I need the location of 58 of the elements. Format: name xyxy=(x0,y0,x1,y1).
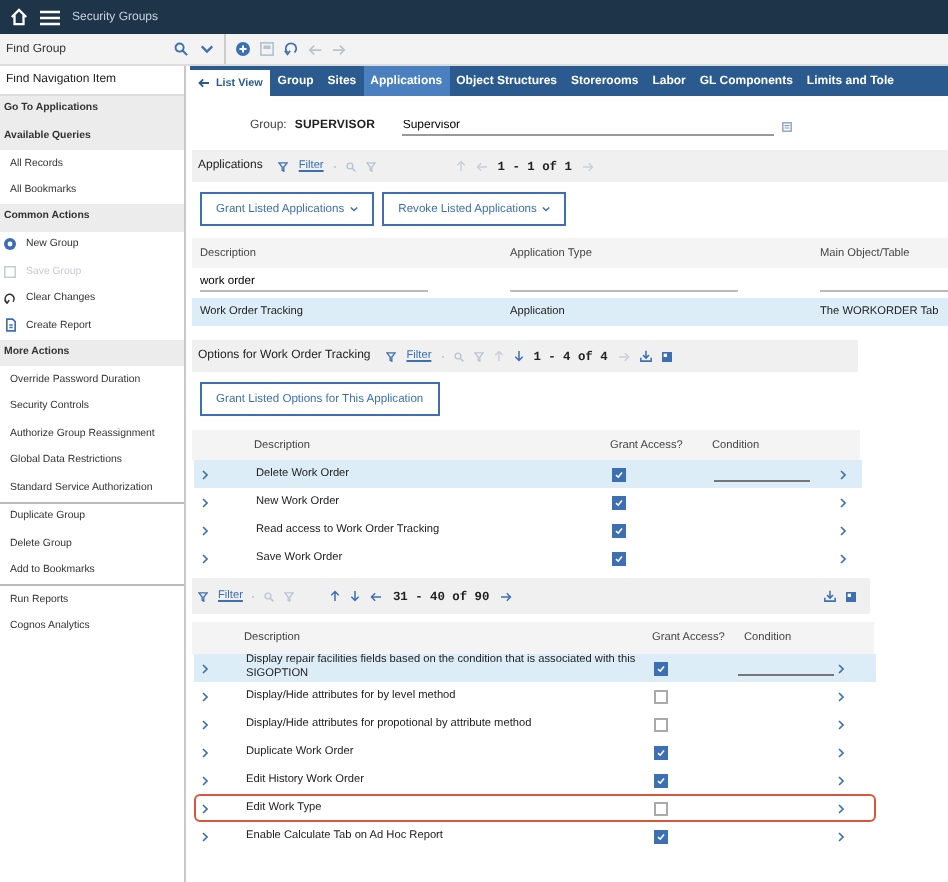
checkbox[interactable] xyxy=(612,551,626,565)
chevron-right-icon[interactable] xyxy=(840,469,846,479)
chevron-right-icon[interactable] xyxy=(202,469,208,479)
chevron-right-icon[interactable] xyxy=(202,719,208,729)
chevron-right-icon[interactable] xyxy=(202,775,208,785)
document-icon xyxy=(5,318,15,333)
save-icon xyxy=(4,265,16,278)
chevron-right-icon[interactable] xyxy=(838,747,844,757)
chevron-right-icon[interactable] xyxy=(840,525,846,535)
chevron-right-icon[interactable] xyxy=(840,553,846,563)
chevron-right-icon[interactable] xyxy=(202,831,208,841)
search-icon[interactable] xyxy=(174,42,188,56)
checkbox[interactable] xyxy=(654,661,668,675)
chevron-down-icon xyxy=(350,206,359,212)
undo-icon[interactable] xyxy=(284,42,298,56)
filter-icon[interactable] xyxy=(198,591,208,601)
filter-icon[interactable] xyxy=(386,351,397,361)
table-icon[interactable] xyxy=(846,591,856,601)
checkbox[interactable] xyxy=(612,495,626,509)
download-icon[interactable] xyxy=(824,590,836,602)
chevron-right-icon[interactable] xyxy=(838,663,844,673)
chevron-right-icon[interactable] xyxy=(202,553,208,563)
list-icon[interactable] xyxy=(782,121,793,131)
arrow-down-icon[interactable] xyxy=(350,590,361,602)
chevron-right-icon[interactable] xyxy=(202,803,208,813)
arrow-left-icon[interactable] xyxy=(370,591,383,601)
chevron-right-icon[interactable] xyxy=(202,747,208,757)
arrow-up-icon[interactable] xyxy=(330,590,341,602)
home-icon[interactable] xyxy=(10,8,28,26)
checkbox[interactable] xyxy=(654,689,668,703)
chevron-down-icon[interactable] xyxy=(200,44,214,54)
menu-icon[interactable] xyxy=(40,9,60,25)
checkbox[interactable] xyxy=(654,829,668,843)
add-icon[interactable] xyxy=(236,42,250,56)
checkbox[interactable] xyxy=(654,773,668,787)
chevron-right-icon[interactable] xyxy=(202,525,208,535)
chevron-right-icon[interactable] xyxy=(838,831,844,841)
checkbox[interactable] xyxy=(654,745,668,759)
checkbox[interactable] xyxy=(654,717,668,731)
chevron-down-icon xyxy=(542,206,551,212)
chevron-right-icon[interactable] xyxy=(838,691,844,701)
checkbox[interactable] xyxy=(654,801,668,815)
chevron-right-icon[interactable] xyxy=(202,663,208,673)
chevron-right-icon[interactable] xyxy=(202,497,208,507)
checkbox[interactable] xyxy=(612,467,626,481)
back-arrow-icon xyxy=(198,78,210,88)
chevron-right-icon[interactable] xyxy=(202,691,208,701)
chevron-right-icon[interactable] xyxy=(838,719,844,729)
chevron-right-icon[interactable] xyxy=(840,497,846,507)
download-icon[interactable] xyxy=(639,350,652,362)
chevron-right-icon[interactable] xyxy=(838,803,844,813)
filter-icon[interactable] xyxy=(278,161,289,171)
arrow-down-icon[interactable] xyxy=(513,350,524,362)
arrow-right-icon[interactable] xyxy=(499,591,512,601)
chevron-right-icon[interactable] xyxy=(838,775,844,785)
checkbox[interactable] xyxy=(612,523,626,537)
table-icon[interactable] xyxy=(661,351,672,361)
undo-icon xyxy=(4,292,16,305)
